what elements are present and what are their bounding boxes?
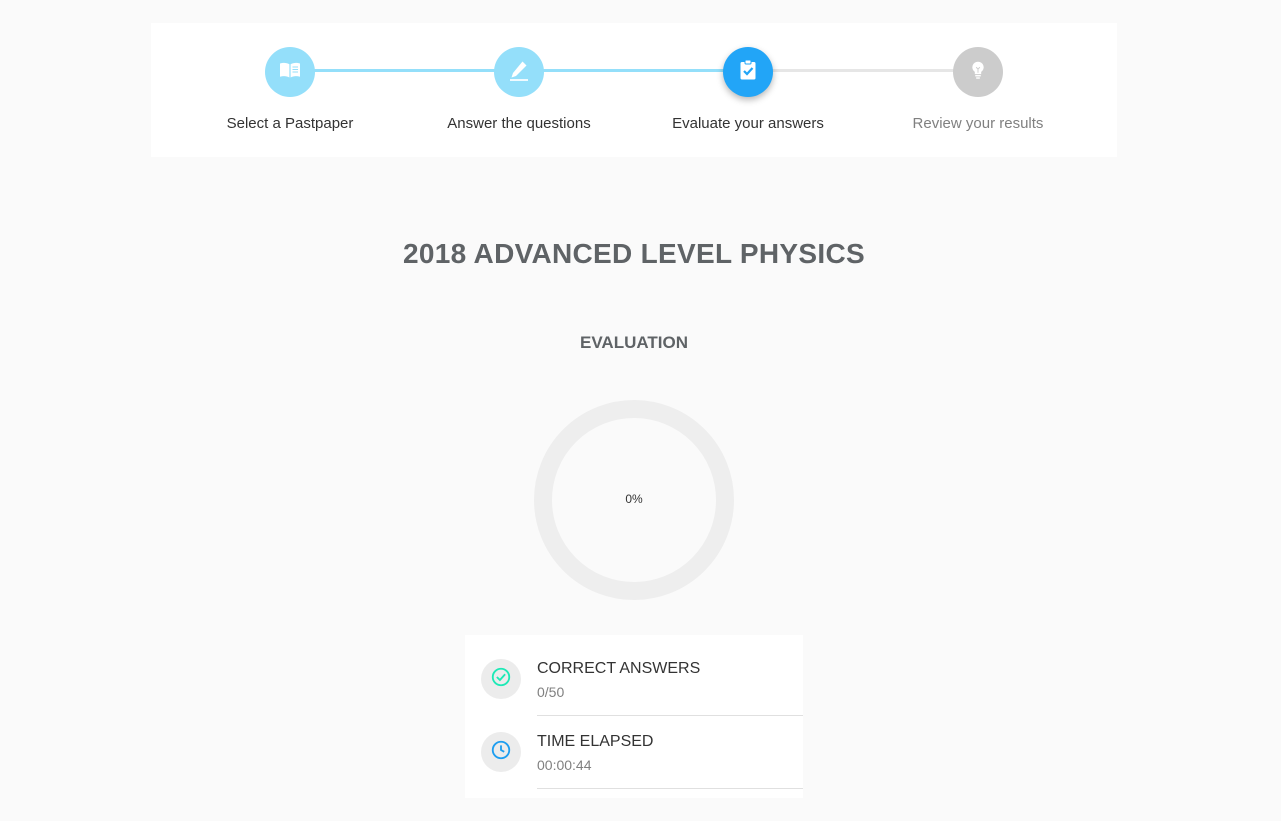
step-circle: [953, 47, 1003, 97]
section-title: EVALUATION: [580, 333, 688, 352]
stats-card: CORRECT ANSWERS 0/50 TIME ELAPSED 00:00:…: [465, 635, 803, 798]
stat-correct-answers: CORRECT ANSWERS 0/50: [465, 635, 803, 716]
step-review-results[interactable]: Review your results: [868, 23, 1088, 157]
pencil-icon: [507, 58, 531, 87]
step-label: Review your results: [912, 115, 1044, 132]
step-label: Evaluate your answers: [672, 115, 824, 132]
step-label: Select a Pastpaper: [226, 115, 354, 132]
book-icon: [278, 58, 302, 87]
step-circle: [494, 47, 544, 97]
step-circle: [723, 47, 773, 97]
page-title: 2018 ADVANCED LEVEL PHYSICS: [403, 238, 865, 269]
clipboard-check-icon: [736, 58, 760, 87]
stat-time-elapsed: TIME ELAPSED 00:00:44: [465, 708, 803, 789]
lightbulb-icon: [967, 59, 989, 86]
progress-stepper: Select a Pastpaper Answer the questions: [151, 23, 1117, 157]
stat-label: CORRECT ANSWERS: [537, 660, 701, 677]
step-evaluate-answers[interactable]: Evaluate your answers: [638, 23, 858, 157]
stat-value: 00:00:44: [537, 757, 592, 773]
step-circle: [265, 47, 315, 97]
check-circle-icon: [490, 666, 512, 693]
progress-percent: 0%: [625, 492, 643, 506]
clock-icon: [490, 739, 512, 766]
stat-value: 0/50: [537, 684, 565, 700]
step-select-pastpaper[interactable]: Select a Pastpaper: [180, 23, 400, 157]
stat-label: TIME ELAPSED: [537, 733, 654, 750]
step-label: Answer the questions: [447, 115, 591, 132]
stat-icon-wrapper: [481, 732, 521, 772]
stat-icon-wrapper: [481, 659, 521, 699]
divider: [537, 788, 803, 789]
step-answer-questions[interactable]: Answer the questions: [409, 23, 629, 157]
